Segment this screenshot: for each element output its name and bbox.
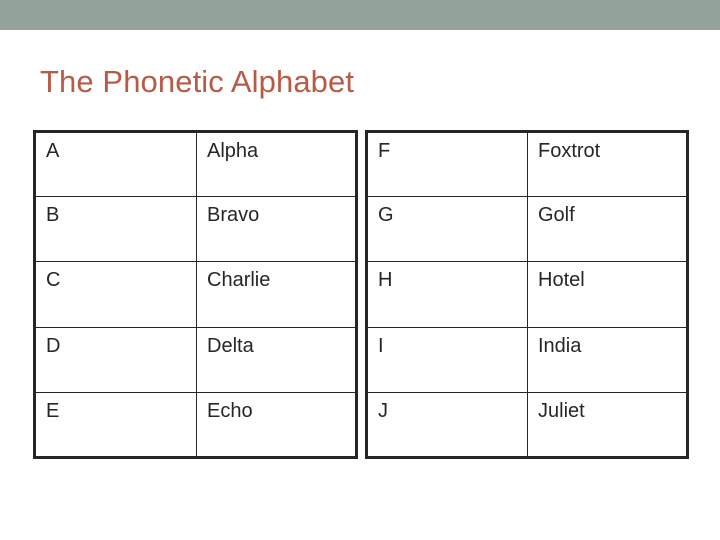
word-cell: Delta <box>196 326 357 393</box>
word-cell: India <box>527 326 688 393</box>
table-row: C Charlie <box>34 261 357 328</box>
letter-cell: J <box>366 391 528 458</box>
letter-cell: H <box>366 261 528 328</box>
letter-cell: E <box>34 391 197 458</box>
table-row: E Echo <box>34 391 357 458</box>
decorative-top-band <box>0 0 720 30</box>
phonetic-table-left: A Alpha B Bravo C Charlie D Delta E Echo <box>33 130 358 459</box>
table-row: A Alpha <box>34 130 357 198</box>
letter-cell: C <box>34 261 197 328</box>
word-cell: Charlie <box>196 261 357 328</box>
letter-cell: B <box>34 196 197 263</box>
table-row: B Bravo <box>34 196 357 263</box>
word-cell: Bravo <box>196 196 357 263</box>
table-row: J Juliet <box>366 391 688 458</box>
letter-cell: A <box>34 130 197 198</box>
word-cell: Hotel <box>527 261 688 328</box>
word-cell: Foxtrot <box>527 130 688 198</box>
word-cell: Alpha <box>196 130 357 198</box>
word-cell: Echo <box>196 391 357 458</box>
letter-cell: F <box>366 130 528 198</box>
table-row: G Golf <box>366 196 688 263</box>
table-row: D Delta <box>34 326 357 393</box>
table-row: I India <box>366 326 688 393</box>
word-cell: Juliet <box>527 391 688 458</box>
phonetic-table-right: F Foxtrot G Golf H Hotel I India J Julie… <box>365 130 689 459</box>
word-cell: Golf <box>527 196 688 263</box>
letter-cell: D <box>34 326 197 393</box>
page-title: The Phonetic Alphabet <box>40 64 355 99</box>
table-body-right: F Foxtrot G Golf H Hotel I India J Julie… <box>366 130 688 458</box>
table-row: F Foxtrot <box>366 130 688 198</box>
letter-cell: I <box>366 326 528 393</box>
letter-cell: G <box>366 196 528 263</box>
table-row: H Hotel <box>366 261 688 328</box>
table-body-left: A Alpha B Bravo C Charlie D Delta E Echo <box>34 130 357 458</box>
